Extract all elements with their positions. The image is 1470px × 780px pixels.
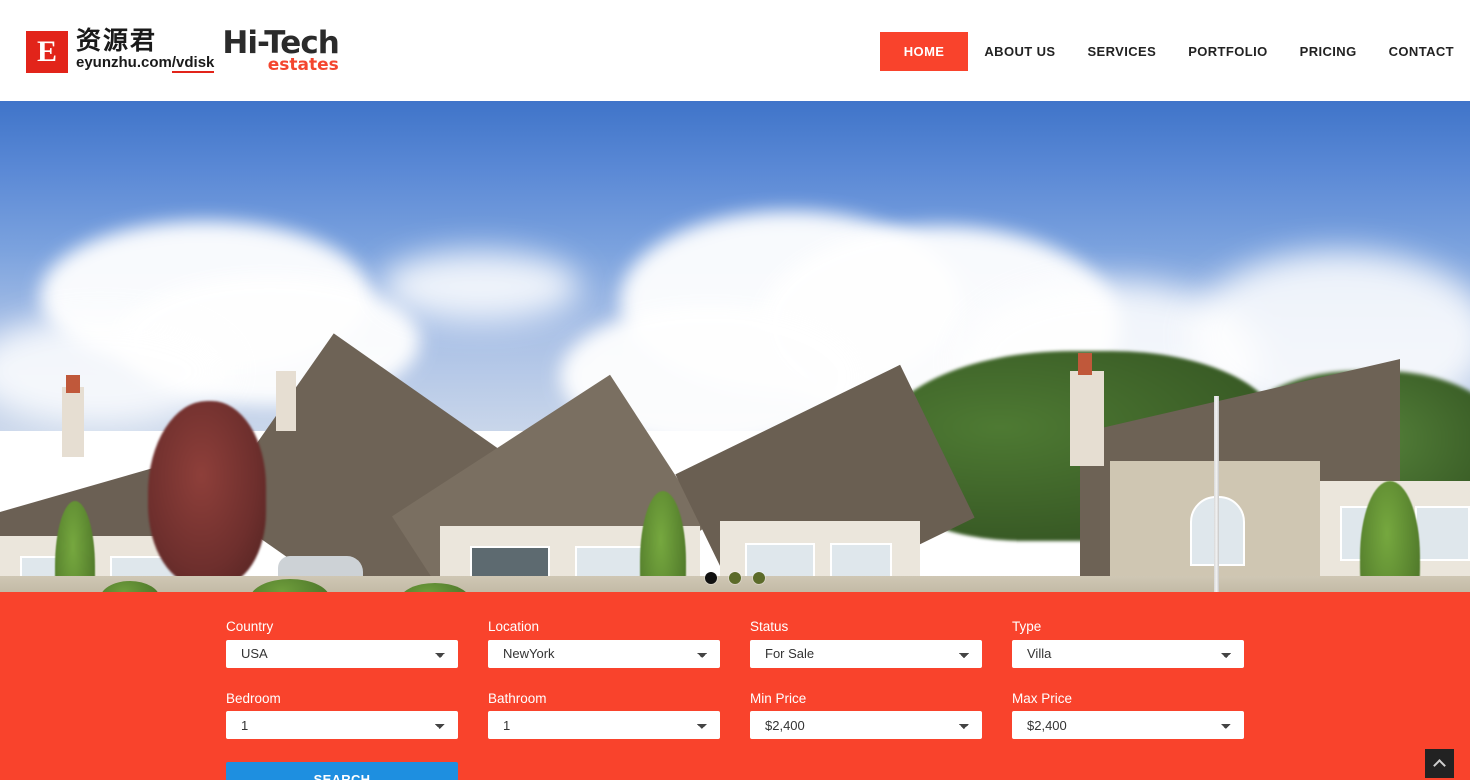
eyunzhu-chinese-name: 资源君	[76, 26, 158, 55]
logo-block: E 资源君 eyunzhu.com/vdisk Hi-Tech estates	[26, 24, 340, 74]
label-max-price: Max Price	[1012, 690, 1073, 706]
slider-pagination	[705, 572, 765, 584]
eyunzhu-text-block: 资源君 eyunzhu.com/vdisk	[76, 26, 215, 73]
label-country: Country	[226, 619, 274, 634]
chevron-up-icon	[1433, 758, 1446, 772]
red-leaf-tree	[148, 401, 266, 586]
chimney-pot	[66, 375, 80, 393]
brand-name: Hi-Tech	[222, 24, 339, 61]
slider-dot-2[interactable]	[729, 572, 741, 584]
nav-item-contact[interactable]: CONTACT	[1373, 32, 1470, 71]
select-bedroom[interactable]: 1	[226, 711, 458, 739]
label-status: Status	[750, 619, 789, 634]
main-navigation: HOME ABOUT US SERVICES PORTFOLIO PRICING…	[879, 32, 1470, 71]
nav-item-services[interactable]: SERVICES	[1071, 32, 1172, 71]
eyunzhu-e-letter: E	[29, 34, 65, 70]
chimney-pot	[1078, 353, 1092, 375]
nav-item-pricing[interactable]: PRICING	[1284, 32, 1373, 71]
field-group-status: Status For Sale	[750, 620, 982, 668]
select-type[interactable]: Villa	[1012, 639, 1244, 668]
eyunzhu-url-suffix: /vdisk	[171, 54, 215, 73]
brand-logo[interactable]: Hi-Tech estates	[222, 24, 339, 74]
search-fields-grid: Country USA Location NewYork Status For …	[226, 620, 1244, 739]
chimney	[1070, 371, 1104, 466]
field-group-country: Country USA	[226, 620, 458, 668]
field-group-bedroom: Bedroom 1	[226, 690, 458, 739]
eyunzhu-watermark-logo: E 资源君 eyunzhu.com/vdisk	[26, 26, 215, 73]
chimney	[276, 371, 296, 431]
label-bathroom: Bathroom	[488, 690, 547, 706]
label-location: Location	[488, 619, 540, 634]
select-status[interactable]: For Sale	[750, 639, 982, 668]
eyunzhu-url-prefix: eyunzhu.com	[76, 54, 172, 71]
field-group-bathroom: Bathroom 1	[488, 690, 720, 739]
select-location[interactable]: NewYork	[488, 639, 720, 668]
field-group-location: Location NewYork	[488, 620, 720, 668]
site-header: E 资源君 eyunzhu.com/vdisk Hi-Tech estates …	[0, 0, 1470, 101]
nav-item-home[interactable]: HOME	[879, 32, 969, 71]
select-min-price[interactable]: $2,400	[750, 711, 982, 739]
property-search-form: Country USA Location NewYork Status For …	[0, 592, 1470, 780]
slider-dot-3[interactable]	[753, 572, 765, 584]
hero-slider	[0, 101, 1470, 592]
chimney	[62, 387, 84, 457]
select-max-price[interactable]: $2,400	[1012, 711, 1244, 739]
field-group-max-price: Max Price $2,400	[1012, 690, 1244, 739]
search-submit-button[interactable]: SEARCH	[226, 762, 458, 780]
label-bedroom: Bedroom	[226, 690, 281, 706]
nav-item-portfolio[interactable]: PORTFOLIO	[1172, 32, 1283, 71]
hero-image	[0, 101, 1470, 592]
field-group-min-price: Min Price $2,400	[750, 690, 982, 739]
label-min-price: Min Price	[750, 690, 807, 706]
window	[1415, 506, 1470, 561]
nav-item-about-us[interactable]: ABOUT US	[968, 32, 1071, 71]
cloud-shape	[380, 251, 580, 321]
scroll-to-top-button[interactable]	[1425, 749, 1454, 778]
select-bathroom[interactable]: 1	[488, 711, 720, 739]
slider-dot-1[interactable]	[705, 572, 717, 584]
eyunzhu-url: eyunzhu.com/vdisk	[76, 54, 215, 73]
field-group-type: Type Villa	[1012, 620, 1244, 668]
eyunzhu-e-mark-icon: E	[26, 31, 68, 73]
label-type: Type	[1012, 619, 1042, 634]
select-country[interactable]: USA	[226, 639, 458, 668]
street-light-pole	[1214, 396, 1219, 592]
